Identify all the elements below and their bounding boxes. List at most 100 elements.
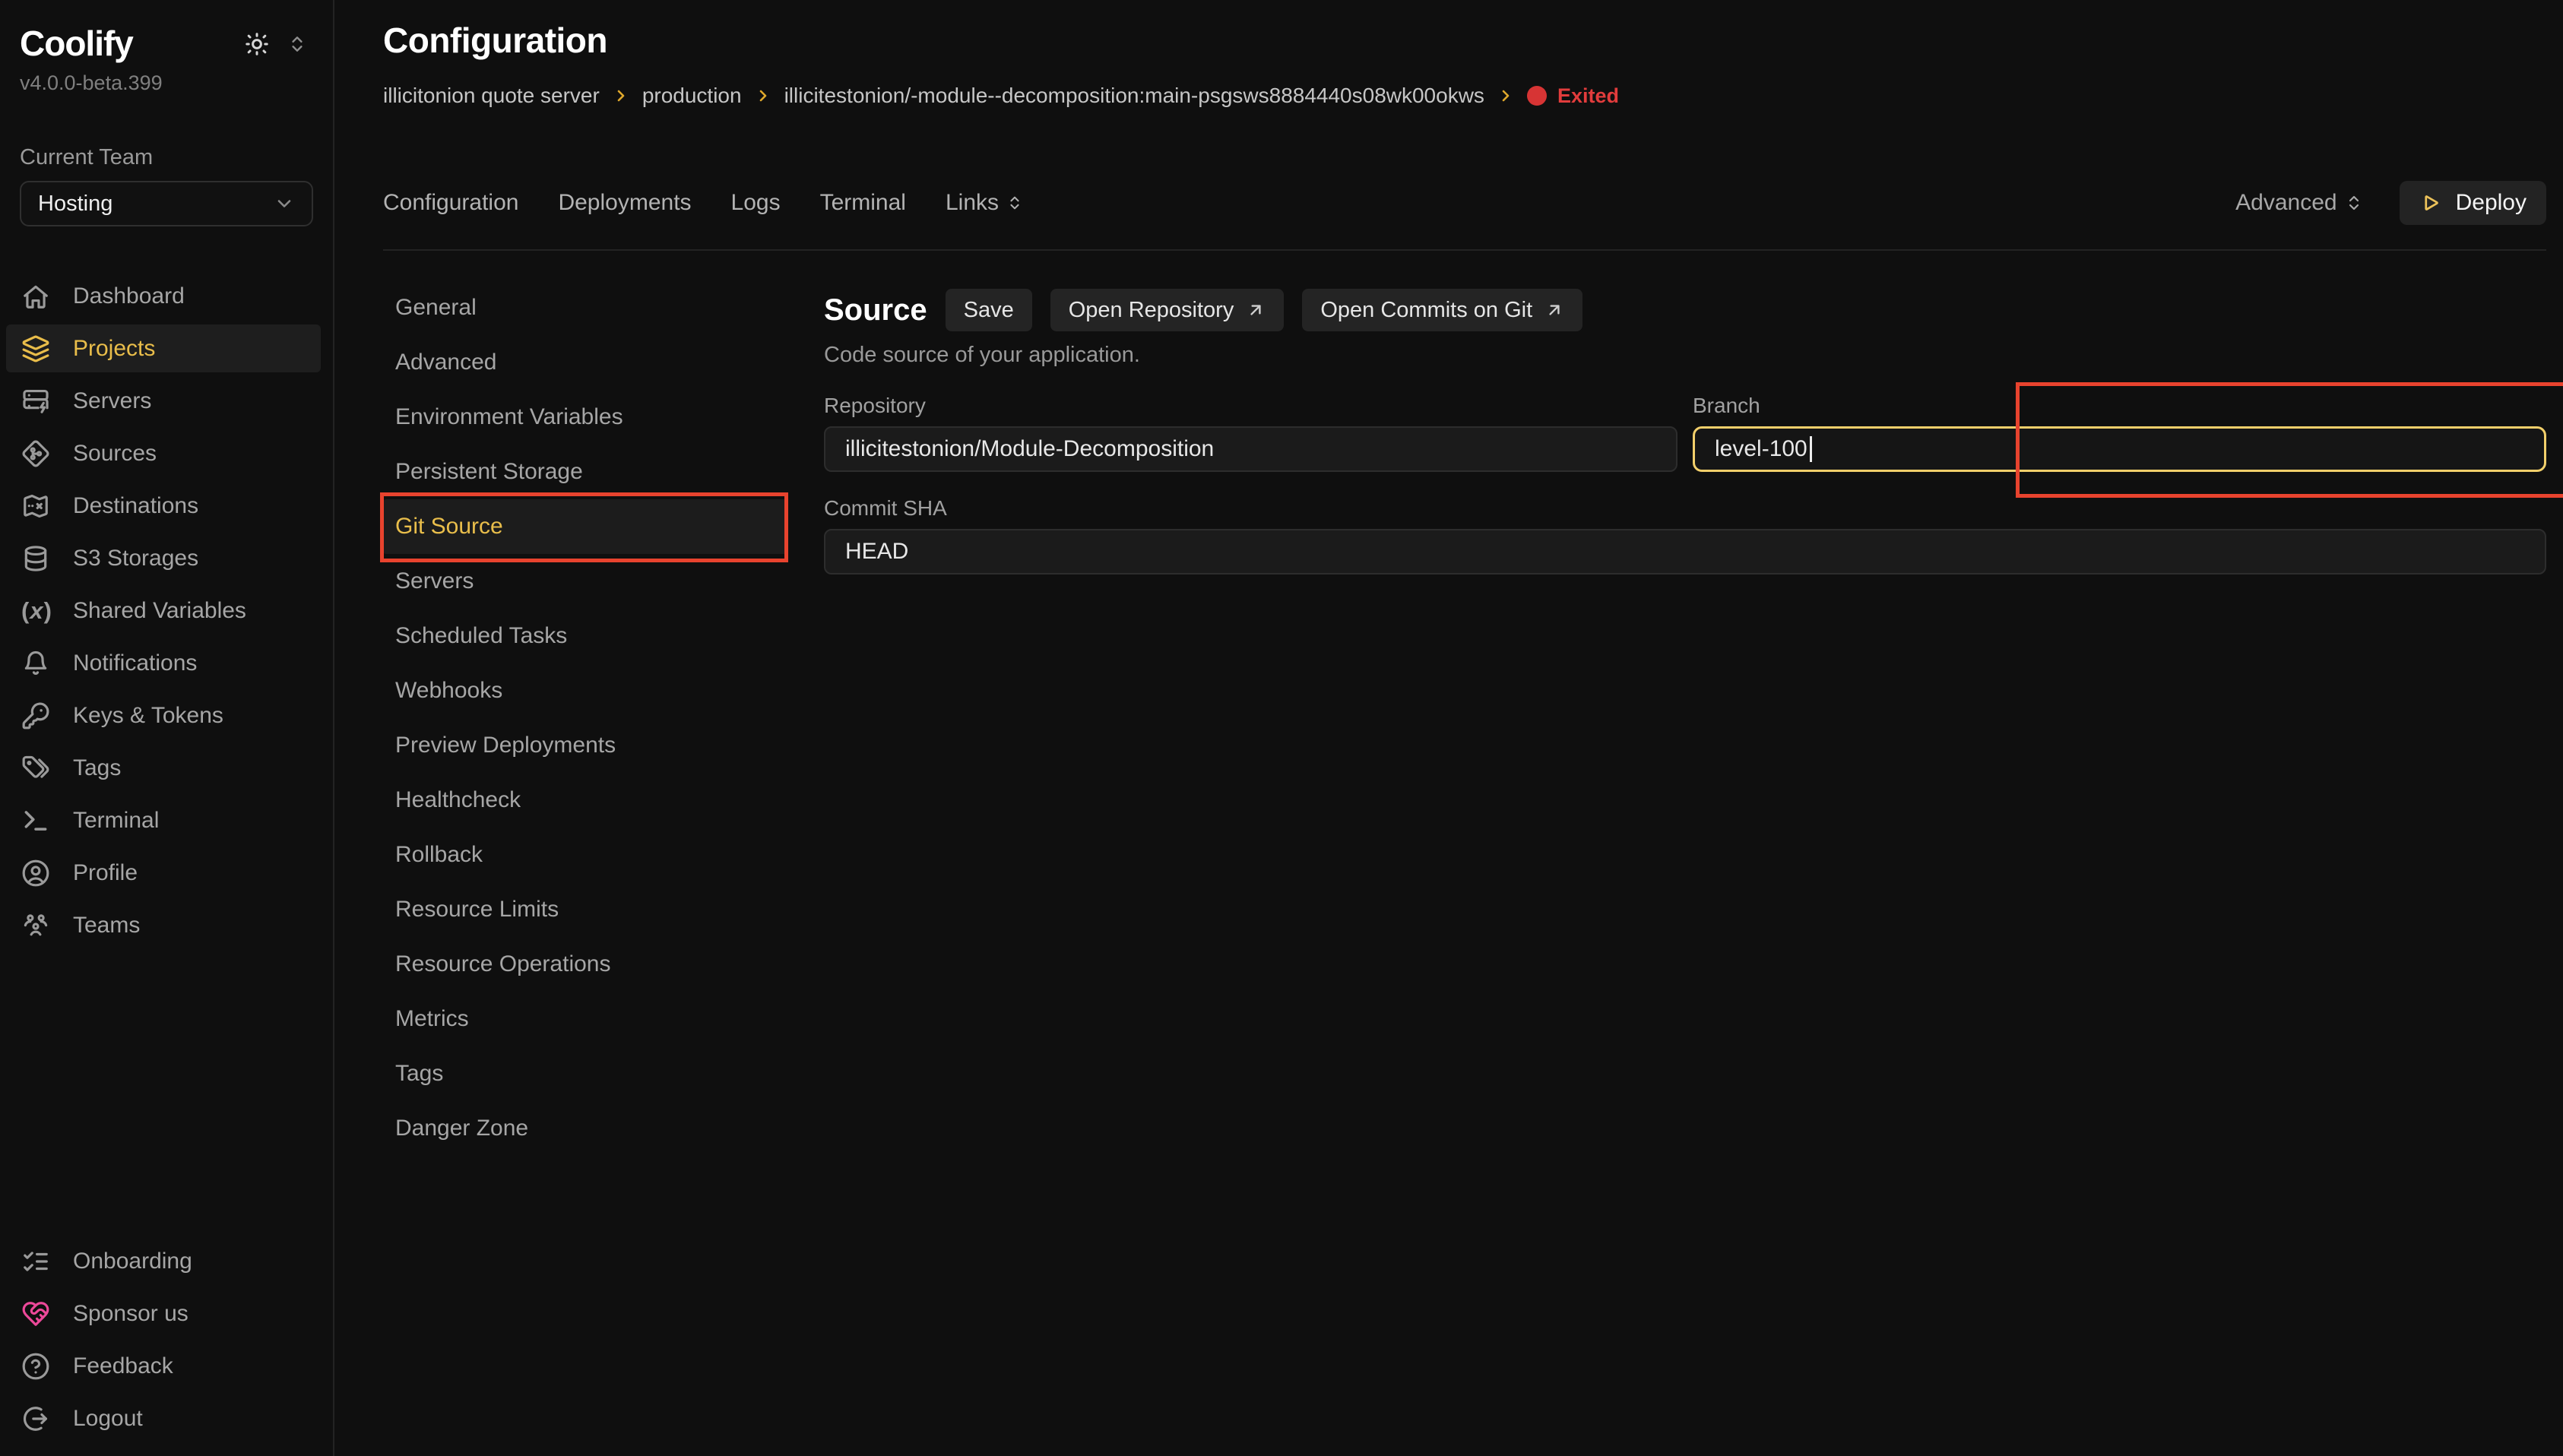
server-icon <box>21 387 50 416</box>
home-icon <box>21 282 50 311</box>
sidebar-item-logout[interactable]: Logout <box>6 1394 321 1442</box>
commit-sha-field-group: Commit SHA <box>824 496 2546 574</box>
breadcrumb-application[interactable]: illicitestonion/-module--decomposition:m… <box>784 84 1484 108</box>
map-icon <box>21 492 50 521</box>
chevron-right-icon <box>612 87 630 105</box>
subnav-item-metrics[interactable]: Metrics <box>383 992 787 1046</box>
play-icon <box>2419 191 2442 214</box>
open-commits-button[interactable]: Open Commits on Git <box>1302 289 1582 331</box>
team-select[interactable]: Hosting <box>20 181 313 226</box>
tab-deployments[interactable]: Deployments <box>558 190 691 216</box>
logout-icon <box>21 1404 50 1433</box>
sun-icon[interactable] <box>243 30 271 58</box>
tab-configuration[interactable]: Configuration <box>383 190 518 216</box>
sidebar-item-dashboard[interactable]: Dashboard <box>6 272 321 320</box>
sidebar-item-onboarding[interactable]: Onboarding <box>6 1237 321 1285</box>
terminal-icon <box>21 806 50 835</box>
sidebar-item-s3-storages[interactable]: S3 Storages <box>6 534 321 582</box>
sidebar-item-teams[interactable]: Teams <box>6 901 321 949</box>
chevrons-up-down-icon <box>2345 194 2363 212</box>
sidebar-item-keys-tokens[interactable]: Keys & Tokens <box>6 692 321 739</box>
open-repository-label: Open Repository <box>1069 298 1234 323</box>
tags-icon <box>21 754 50 783</box>
sidebar-item-label: Destinations <box>73 493 198 519</box>
open-repository-button[interactable]: Open Repository <box>1050 289 1285 331</box>
subnav-item-resource-limits[interactable]: Resource Limits <box>383 882 787 937</box>
branch-value: level-100 <box>1715 436 1807 462</box>
git-source-panel: Source Save Open Repository Open Commits… <box>824 280 2546 1156</box>
sidebar-item-label: Onboarding <box>73 1249 192 1274</box>
subnav-item-resource-operations[interactable]: Resource Operations <box>383 937 787 992</box>
app-version: v4.0.0-beta.399 <box>0 64 333 95</box>
bell-icon <box>21 649 50 678</box>
sidebar-item-label: Teams <box>73 913 140 938</box>
tab-links[interactable]: Links <box>946 190 1023 216</box>
status-dot-icon <box>1527 86 1547 106</box>
open-commits-label: Open Commits on Git <box>1320 298 1532 323</box>
app-logo: Coolify <box>20 23 133 64</box>
sidebar-item-label: S3 Storages <box>73 546 198 571</box>
deploy-button[interactable]: Deploy <box>2400 181 2546 225</box>
current-team-label: Current Team <box>0 95 333 170</box>
sidebar-item-label: Sponsor us <box>73 1301 189 1327</box>
breadcrumb-project[interactable]: illicitonion quote server <box>383 84 600 108</box>
subnav-item-rollback[interactable]: Rollback <box>383 828 787 882</box>
sidebar-item-terminal[interactable]: Terminal <box>6 796 321 844</box>
branch-field-group: Branch level-100 <box>1693 394 2546 472</box>
subnav-item-environment-variables[interactable]: Environment Variables <box>383 390 787 445</box>
sidebar-item-label: Notifications <box>73 650 197 676</box>
page-title: Configuration <box>383 20 2546 61</box>
tabs-divider <box>383 249 2546 251</box>
subnav-item-general[interactable]: General <box>383 280 787 335</box>
arrow-up-right-icon <box>1544 300 1564 320</box>
sidebar-item-label: Shared Variables <box>73 598 246 624</box>
subnav-item-tags[interactable]: Tags <box>383 1046 787 1101</box>
subnav-item-servers[interactable]: Servers <box>383 554 787 609</box>
subnav-item-advanced[interactable]: Advanced <box>383 335 787 390</box>
sidebar-item-shared-variables[interactable]: (x) Shared Variables <box>6 587 321 635</box>
sidebar-item-sponsor[interactable]: Sponsor us <box>6 1290 321 1337</box>
chevron-right-icon <box>1497 87 1515 105</box>
sidebar-item-label: Dashboard <box>73 283 185 309</box>
layers-icon <box>21 334 50 363</box>
branch-input[interactable]: level-100 <box>1693 426 2546 472</box>
chevron-right-icon <box>754 87 772 105</box>
advanced-menu[interactable]: Advanced <box>2235 190 2362 216</box>
subnav-item-persistent-storage[interactable]: Persistent Storage <box>383 445 787 499</box>
user-circle-icon <box>21 859 50 888</box>
subnav-item-healthcheck[interactable]: Healthcheck <box>383 773 787 828</box>
users-icon <box>21 911 50 940</box>
repository-label: Repository <box>824 394 1678 419</box>
sidebar-item-label: Profile <box>73 860 138 886</box>
save-button[interactable]: Save <box>946 289 1032 331</box>
sidebar-item-label: Feedback <box>73 1353 173 1379</box>
subnav-item-danger-zone[interactable]: Danger Zone <box>383 1101 787 1156</box>
sidebar-item-projects[interactable]: Projects <box>6 324 321 372</box>
sidebar-item-servers[interactable]: Servers <box>6 377 321 425</box>
sidebar-item-profile[interactable]: Profile <box>6 849 321 897</box>
status-label: Exited <box>1557 84 1619 108</box>
tab-terminal[interactable]: Terminal <box>820 190 906 216</box>
chevrons-up-down-icon[interactable] <box>287 34 307 54</box>
checklist-icon <box>21 1247 50 1276</box>
tab-logs[interactable]: Logs <box>731 190 781 216</box>
sidebar-item-tags[interactable]: Tags <box>6 744 321 792</box>
sidebar-item-feedback[interactable]: Feedback <box>6 1342 321 1390</box>
main-content: Configuration illicitonion quote server … <box>334 0 2563 1456</box>
tab-links-label: Links <box>946 190 999 216</box>
breadcrumb-environment[interactable]: production <box>642 84 742 108</box>
repository-input[interactable] <box>824 426 1678 472</box>
sidebar-item-label: Keys & Tokens <box>73 703 223 729</box>
sidebar-item-destinations[interactable]: Destinations <box>6 482 321 530</box>
subnav-item-scheduled-tasks[interactable]: Scheduled Tasks <box>383 609 787 663</box>
subnav-item-webhooks[interactable]: Webhooks <box>383 663 787 718</box>
commit-sha-input[interactable] <box>824 529 2546 574</box>
sidebar-item-notifications[interactable]: Notifications <box>6 639 321 687</box>
subnav-item-preview-deployments[interactable]: Preview Deployments <box>383 718 787 773</box>
deploy-label: Deploy <box>2456 190 2527 216</box>
team-select-value: Hosting <box>38 191 112 217</box>
subnav-item-git-source[interactable]: Git Source <box>383 499 787 554</box>
chevron-down-icon <box>274 193 295 214</box>
sidebar-footer-nav: Onboarding Sponsor us Feedback Logout <box>0 1233 333 1447</box>
sidebar-item-sources[interactable]: Sources <box>6 429 321 477</box>
